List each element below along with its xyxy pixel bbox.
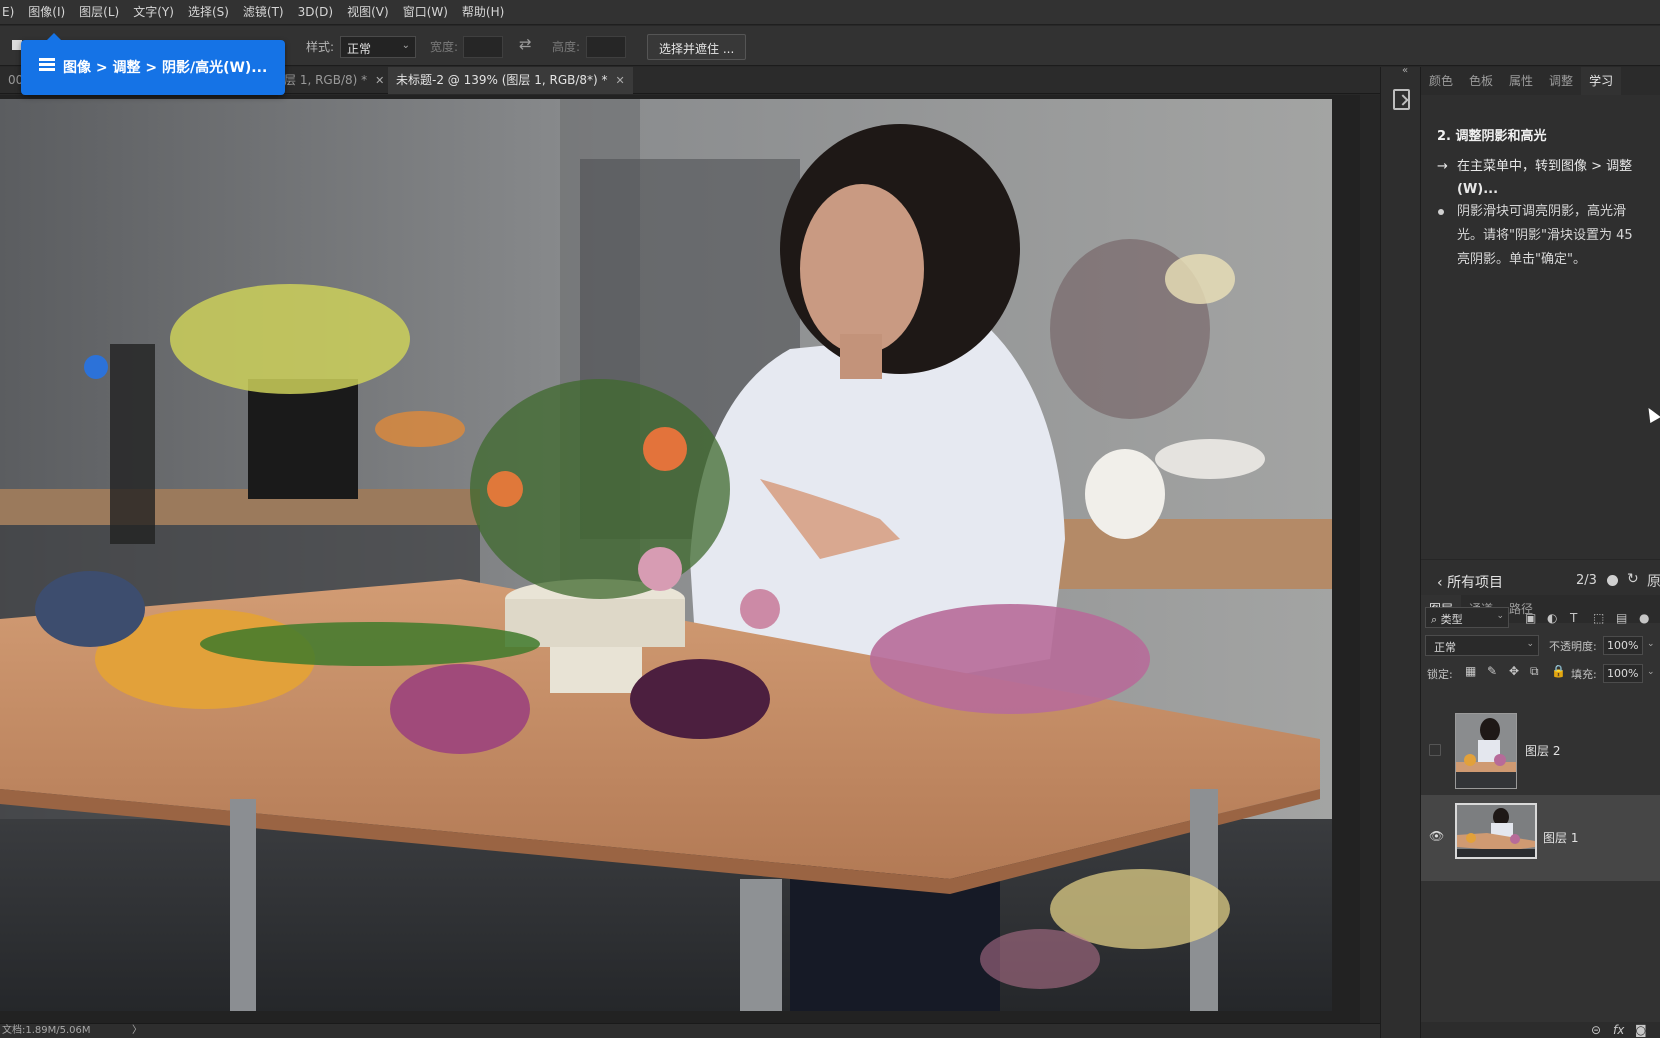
chevron-down-icon: ⌄: [1496, 611, 1504, 621]
mask-icon[interactable]: ◙: [1635, 1023, 1647, 1037]
menu-bar: E) 图像(I) 图层(L) 文字(Y) 选择(S) 滤镜(T) 3D(D) 视…: [0, 0, 1660, 25]
fill-label: 填充:: [1571, 668, 1597, 681]
close-icon[interactable]: ✕: [375, 74, 384, 87]
learn-instruction: 在主菜单中，转到图像 > 调整 (W)...: [1457, 159, 1633, 197]
canvas-workspace: [0, 95, 1380, 1023]
menu-view[interactable]: 视图(V): [340, 0, 396, 25]
menu-image[interactable]: 图像(I): [21, 0, 72, 25]
layer-name[interactable]: 图层 1: [1543, 829, 1578, 846]
menu-type[interactable]: 文字(Y): [126, 0, 181, 25]
menu-3d[interactable]: 3D(D): [291, 0, 340, 25]
history-icon[interactable]: [1393, 89, 1410, 110]
menu-filter[interactable]: 滤镜(T): [236, 0, 291, 25]
menu-window[interactable]: 窗口(W): [396, 0, 455, 25]
height-field[interactable]: [586, 36, 626, 58]
filter-toggle-icon[interactable]: ●: [1639, 611, 1649, 625]
chevron-down-icon: ⌄: [401, 40, 410, 51]
collapse-panels-icon[interactable]: «: [1402, 65, 1408, 76]
filter-shape-icon[interactable]: ⬚: [1593, 611, 1604, 625]
tooltip-arrow: [47, 33, 61, 40]
opacity-field[interactable]: 100%: [1603, 636, 1643, 655]
tab-color[interactable]: 颜色: [1421, 67, 1461, 95]
filter-pixel-icon[interactable]: ▣: [1525, 611, 1536, 625]
learn-panel: 2. 调整阴影和高光 → 在主菜单中，转到图像 > 调整 (W)... 阴影滑块…: [1421, 95, 1660, 559]
lock-position-icon[interactable]: ✥: [1509, 664, 1519, 678]
opacity-label: 不透明度:: [1549, 640, 1597, 653]
menu-layer[interactable]: 图层(L): [72, 0, 126, 25]
status-menu-arrow[interactable]: 〉: [132, 1024, 142, 1038]
style-select[interactable]: 正常 ⌄: [340, 36, 416, 58]
height-label: 高度:: [552, 40, 581, 54]
menu-help[interactable]: 帮助(H): [455, 0, 511, 25]
chevron-down-icon: ⌄: [1526, 639, 1534, 649]
canvas-photo[interactable]: [0, 99, 1332, 1011]
visibility-toggle[interactable]: [1429, 744, 1441, 756]
top-panel-tabs: 颜色 色板 属性 调整 学习: [1421, 67, 1660, 95]
menu-path-tooltip: 图像 > 调整 > 阴影/高光(W)...: [21, 33, 285, 95]
learn-step-title: 2. 调整阴影和高光: [1437, 129, 1547, 144]
tab-properties[interactable]: 属性: [1501, 67, 1541, 95]
menu-icon: [39, 58, 55, 71]
select-and-mask-button[interactable]: 选择并遮住 ...: [647, 34, 747, 60]
arrow-right-icon: →: [1437, 159, 1448, 174]
layer-row-selected[interactable]: 👁 图层 1: [1421, 795, 1660, 881]
style-label: 样式:: [306, 40, 335, 54]
photo-image: [0, 99, 1332, 1011]
layer-row[interactable]: 图层 2: [1421, 707, 1660, 793]
learn-note: 阴影滑块可调亮阴影，高光滑 光。请将"阴影"滑块设置为 45 亮阴影。单击"确定…: [1457, 204, 1633, 267]
filter-adjustment-icon[interactable]: ◐: [1547, 611, 1557, 625]
filter-smart-object-icon[interactable]: ▤: [1616, 611, 1627, 625]
layer-name[interactable]: 图层 2: [1525, 742, 1560, 759]
chevron-down-icon[interactable]: ⌄: [1647, 667, 1655, 677]
all-projects-link[interactable]: ‹ 所有项目: [1437, 572, 1503, 592]
tab-document-1[interactable]: 层 1, RGB/8) * ✕: [276, 67, 392, 94]
chevron-down-icon[interactable]: ⌄: [1647, 639, 1655, 649]
search-icon: ⌕: [1431, 613, 1441, 626]
layers-panel-footer: ⊝ fx ◙: [1421, 1022, 1660, 1038]
document-size: 文档:1.89M/5.06M: [2, 1025, 91, 1036]
tab-adjustments[interactable]: 调整: [1541, 67, 1581, 95]
mouse-cursor-icon: [1643, 404, 1660, 424]
width-label: 宽度:: [430, 40, 459, 54]
lock-image-icon[interactable]: ✎: [1487, 664, 1497, 678]
right-panel: 颜色 色板 属性 调整 学习 2. 调整阴影和高光 → 在主菜单中，转到图像 >…: [1420, 67, 1660, 1038]
eye-icon[interactable]: 👁: [1429, 829, 1444, 843]
close-icon[interactable]: ✕: [616, 74, 625, 87]
vertical-scrollbar[interactable]: [1360, 95, 1380, 1023]
tab-swatches[interactable]: 色板: [1461, 67, 1501, 95]
learn-footer: ‹ 所有项目 2/3 ↻ 原: [1421, 559, 1660, 599]
tab-learn[interactable]: 学习: [1581, 67, 1622, 95]
bullet-icon: [1438, 209, 1444, 215]
lock-transparent-icon[interactable]: ▦: [1465, 664, 1476, 678]
lock-label: 锁定:: [1427, 668, 1453, 681]
width-field[interactable]: [463, 36, 503, 58]
swap-icon[interactable]: ⇄: [519, 35, 532, 53]
menu-select[interactable]: 选择(S): [181, 0, 236, 25]
fill-field[interactable]: 100%: [1603, 664, 1643, 683]
layer-thumbnail: [1455, 803, 1537, 859]
layer-thumbnail: [1455, 713, 1517, 789]
panel-icon-strip: «: [1380, 65, 1420, 1038]
layers-panel: ⌕ 类型 ⌄ ▣ ◐ T ⬚ ▤ ● 正常 ⌄ 不透明度: 100% ⌄ 锁定: ▦…: [1421, 607, 1660, 1038]
tab-document-active[interactable]: 未标题-2 @ 139% (图层 1, RGB/8*) * ✕: [388, 67, 633, 94]
link-icon[interactable]: ⊝: [1591, 1023, 1601, 1037]
fx-icon[interactable]: fx: [1613, 1023, 1624, 1037]
reset-icon[interactable]: ↻: [1627, 571, 1639, 587]
help-icon[interactable]: [1607, 575, 1618, 586]
lock-artboard-icon[interactable]: ⧉: [1530, 664, 1539, 679]
filter-type-icon[interactable]: T: [1570, 611, 1577, 625]
status-bar: 文档:1.89M/5.06M 〉: [0, 1023, 1380, 1038]
layer-filter-select[interactable]: ⌕ 类型 ⌄: [1425, 607, 1509, 628]
blend-mode-select[interactable]: 正常 ⌄: [1425, 635, 1539, 656]
step-counter: 2/3: [1576, 573, 1597, 588]
truncated-label: 原: [1647, 574, 1660, 590]
menu-edit[interactable]: E): [0, 0, 21, 25]
lock-all-icon[interactable]: 🔒: [1551, 664, 1566, 678]
